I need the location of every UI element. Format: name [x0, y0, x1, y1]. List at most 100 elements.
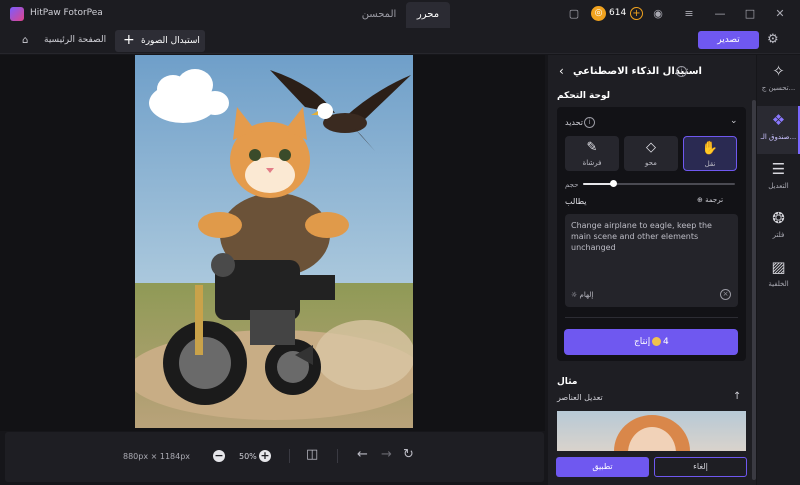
settings-gear-icon[interactable]: ⚙	[767, 32, 779, 47]
size-slider-thumb[interactable]	[610, 180, 618, 187]
close-icon[interactable]: ✕	[773, 7, 787, 21]
sidebar-item-enhance[interactable]: ✧ تحسين ج...	[757, 57, 800, 105]
edited-photo[interactable]	[135, 55, 413, 428]
canvas-area[interactable]	[0, 55, 545, 431]
sidebar-item-label: صندوق الـ...	[760, 133, 797, 141]
minimize-icon[interactable]: —	[713, 7, 727, 21]
bottom-toolbar: 880px × 1184px − 50% + ◫ ← → ↻	[5, 432, 544, 482]
scrollbar-thumb[interactable]	[752, 100, 756, 480]
home-icon: ⌂	[22, 35, 29, 46]
maximize-icon[interactable]: □	[743, 7, 757, 21]
reset-icon[interactable]: ↻	[403, 447, 414, 462]
translate-toggle[interactable]: ⊕ ترجمة	[697, 196, 723, 204]
inspire-button[interactable]: ☼ إلهام	[571, 291, 593, 299]
coin-icon	[652, 337, 661, 346]
eraser-tool-label: محو	[645, 159, 657, 167]
sidebar-item-adjust[interactable]: ☰ التعديل	[757, 155, 800, 203]
prompt-label: يطالب	[565, 197, 587, 206]
tab-editor[interactable]: محرر	[406, 2, 450, 28]
account-icon[interactable]: ◉	[651, 7, 665, 21]
apply-button[interactable]: تطبيق	[556, 457, 649, 477]
menu-icon[interactable]: ≡	[682, 7, 696, 21]
adjust-icon: ☰	[771, 160, 786, 178]
brush-tool-button[interactable]: ✎ فرشاة	[565, 136, 619, 171]
toolbar-divider	[289, 449, 290, 463]
example-image	[557, 411, 746, 451]
add-coins-button[interactable]: +	[630, 7, 643, 20]
enhance-icon: ✧	[772, 62, 785, 80]
example-image-illustration	[614, 415, 690, 451]
cancel-button[interactable]: إلغاء	[654, 457, 747, 477]
app-name: HitPaw FotorPea	[30, 8, 103, 18]
background-icon: ▨	[771, 258, 786, 276]
toolbox-icon: ❖	[771, 111, 786, 129]
selection-label: تحديد	[565, 118, 584, 127]
tab-bar: ⌂ الصفحة الرئيسية + استبدال الصورة تصدير…	[0, 28, 800, 54]
brush-tool-label: فرشاة	[582, 159, 602, 167]
redo-arrow-icon[interactable]: →	[381, 447, 392, 462]
app-window: HitPaw FotorPea محرر المحسن ▢ ◎ 614 + ◉ …	[0, 0, 800, 485]
eraser-tool-button[interactable]: ◇ محو	[624, 136, 678, 171]
info-icon[interactable]: i	[676, 66, 687, 77]
lightbulb-icon: ☼	[571, 291, 580, 299]
prompt-text[interactable]: Change airplane to eagle, keep the main …	[571, 220, 731, 253]
size-slider-fill	[583, 183, 614, 185]
translate-icon: ⊕	[697, 196, 706, 204]
toolbar-divider	[337, 449, 338, 463]
sidebar-item-label: فلتر	[772, 231, 785, 239]
message-icon[interactable]: ▢	[567, 7, 581, 21]
zoom-out-button[interactable]: −	[213, 450, 225, 462]
coin-icon: ◎	[591, 6, 606, 21]
image-size-readout: 880px × 1184px	[123, 452, 191, 461]
photo-illustration	[135, 55, 413, 428]
zoom-in-button[interactable]: +	[259, 450, 271, 462]
coin-count: 614	[609, 8, 627, 18]
sidebar-item-toolbox[interactable]: ❖ صندوق الـ...	[757, 106, 800, 154]
ai-replace-panel: ‹ استبدال الذكاء الاصطناعي i لوحة التحكم…	[548, 55, 755, 485]
control-box: تحديد i ⌄ ✎ فرشاة ◇ محو ✋ نقل حجم يطالب	[557, 107, 746, 361]
panel-scrollbar[interactable]	[752, 55, 756, 485]
generate-cost: 4	[663, 337, 669, 347]
plus-icon: +	[123, 32, 135, 48]
selection-info-icon[interactable]: i	[584, 117, 595, 128]
panel-header: ‹ استبدال الذكاء الاصطناعي i	[548, 55, 755, 89]
move-tool-button[interactable]: ✋ نقل	[683, 136, 737, 171]
back-chevron-icon[interactable]: ‹	[559, 64, 564, 78]
app-logo	[10, 7, 24, 21]
sidebar-item-filter[interactable]: ❂ فلتر	[757, 204, 800, 252]
filter-icon: ❂	[772, 209, 785, 227]
undo-arrow-icon[interactable]: ←	[357, 447, 368, 462]
brush-icon: ✎	[586, 140, 598, 155]
move-tool-label: نقل	[704, 160, 716, 168]
chevron-down-icon[interactable]: ⌄	[730, 116, 738, 126]
ai-replace-tab-label: استبدال الصورة	[141, 36, 200, 46]
home-tab-label: الصفحة الرئيسية	[44, 35, 107, 45]
example-subtitle: تعديل العناصر	[557, 393, 603, 402]
ai-replace-tab[interactable]: + استبدال الصورة	[115, 30, 205, 52]
home-tab[interactable]: ⌂ الصفحة الرئيسية	[10, 30, 110, 52]
clear-prompt-icon[interactable]: ×	[720, 289, 731, 300]
size-slider[interactable]	[583, 180, 735, 187]
inspire-label: إلهام	[579, 291, 594, 299]
compare-split-icon[interactable]: ◫	[306, 447, 318, 462]
sidebar-item-background[interactable]: ▨ الخلفية	[757, 253, 800, 301]
size-label: حجم	[565, 181, 579, 189]
box-divider	[565, 317, 738, 318]
tab-enhancer[interactable]: المحسن	[356, 2, 402, 28]
export-button[interactable]: تصدير	[698, 31, 759, 49]
collapse-arrow-icon[interactable]: ↑	[733, 391, 741, 402]
control-panel-label: لوحة التحكم	[557, 91, 611, 101]
sidebar-item-label: التعديل	[768, 182, 789, 190]
sidebar-item-label: الخلفية	[768, 280, 789, 288]
prompt-textarea[interactable]: Change airplane to eagle, keep the main …	[565, 214, 738, 307]
sidebar-item-label: تحسين ج...	[761, 84, 796, 92]
eraser-icon: ◇	[646, 140, 656, 155]
right-sidebar: ✧ تحسين ج... ❖ صندوق الـ... ☰ التعديل ❂ …	[757, 55, 800, 485]
generate-button[interactable]: إنتاج 4	[564, 329, 738, 355]
generate-label: إنتاج	[634, 337, 651, 347]
hand-icon: ✋	[701, 141, 719, 156]
zoom-level: 50%	[239, 452, 257, 461]
example-label: مثال	[557, 377, 578, 387]
title-bar: HitPaw FotorPea محرر المحسن ▢ ◎ 614 + ◉ …	[0, 0, 800, 28]
translate-label: ترجمة	[705, 196, 724, 204]
